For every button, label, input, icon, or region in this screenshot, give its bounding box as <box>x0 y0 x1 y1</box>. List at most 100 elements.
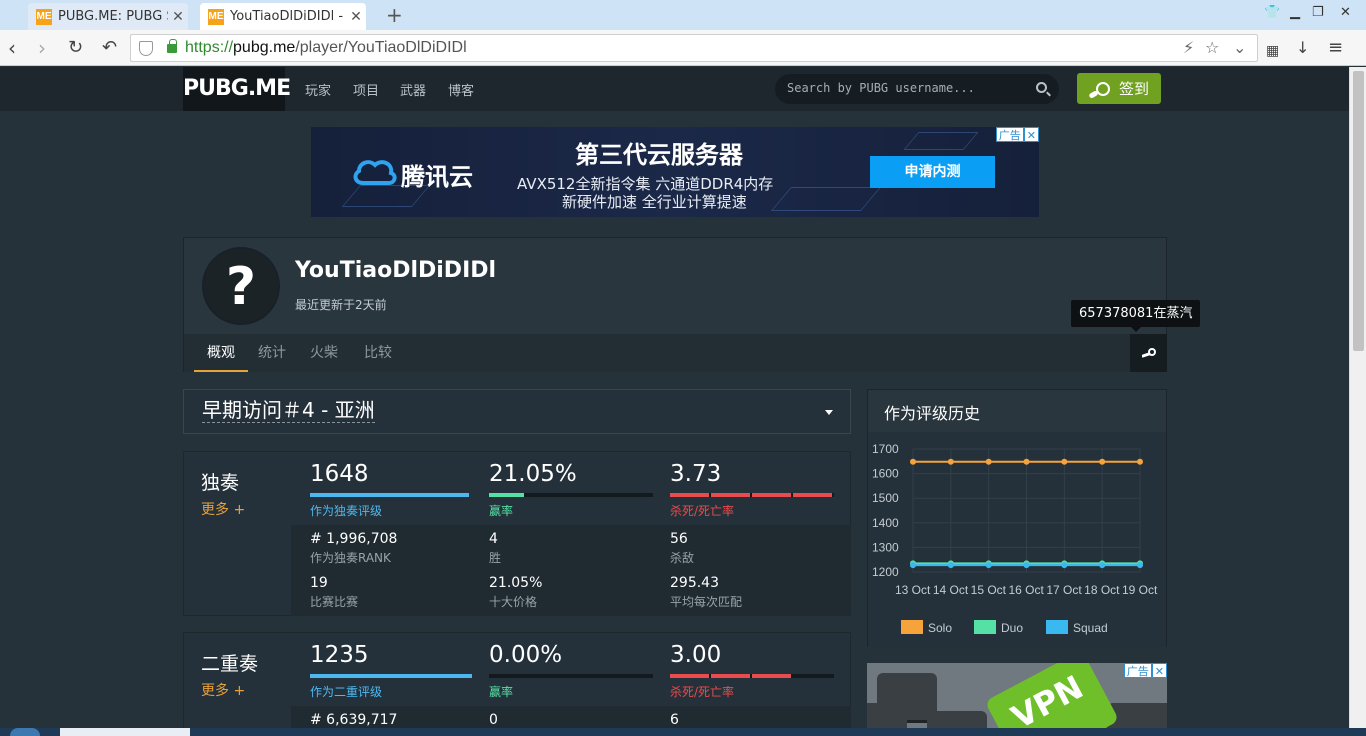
data-point-solo <box>1023 458 1030 465</box>
ad-label: 广告 <box>1123 663 1152 678</box>
ad-label: 广告 <box>995 127 1024 142</box>
reload-icon[interactable]: ↻ <box>68 35 83 61</box>
search-input[interactable] <box>787 81 1027 95</box>
tab-matches[interactable]: 火柴 <box>302 334 346 372</box>
top-ad-banner[interactable]: 腾讯云 第三代云服务器 AVX512全新指令集 六通道DDR4内存 新硬件加速 … <box>311 127 1039 217</box>
data-point-solo <box>910 458 916 465</box>
nav-items[interactable]: 项目 <box>353 80 379 99</box>
mode-name-solo: 独奏 <box>201 472 240 494</box>
legend-label-duo: Duo <box>1001 621 1023 635</box>
steam-icon <box>1141 348 1156 358</box>
vpn-key: VPN <box>984 663 1120 736</box>
x-tick-label: 19 Oct <box>1122 583 1158 597</box>
signin-label: 签到 <box>1118 80 1149 98</box>
taskbar-app[interactable] <box>60 728 190 736</box>
tab-close-icon[interactable]: ✕ <box>168 9 188 25</box>
start-button[interactable] <box>10 728 40 736</box>
lock-icon <box>167 39 177 53</box>
shield-icon[interactable] <box>139 41 153 56</box>
tab-close-icon[interactable]: ✕ <box>346 9 366 25</box>
duo-rating-label: 作为二重评级 <box>310 685 383 699</box>
solo-matches-value: 19 <box>310 575 328 591</box>
shirt-icon[interactable]: 👕 <box>1264 5 1280 20</box>
solo-top10-label: 十大价格 <box>489 595 538 609</box>
ad-decoration <box>770 187 882 211</box>
nav-players[interactable]: 玩家 <box>305 80 331 99</box>
x-tick-label: 13 Oct <box>895 583 931 597</box>
y-tick-label: 1500 <box>872 491 899 505</box>
x-tick-label: 18 Oct <box>1084 583 1120 597</box>
maximize-icon[interactable]: ❐ <box>1312 5 1324 20</box>
pubgme-favicon-icon: ME <box>36 8 52 25</box>
nav-weapons[interactable]: 武器 <box>400 80 426 99</box>
tab-overview[interactable]: 概观 <box>194 334 248 372</box>
duo-rating-value: 1235 <box>310 642 369 668</box>
scrollbar-thumb[interactable] <box>1353 71 1364 351</box>
steam-id-tooltip: 657378081在蒸汽 <box>1071 300 1201 332</box>
browser-navbar: ‹ › ↻ ↶ https://pubg.me/player/YouTiaoDl… <box>0 30 1366 66</box>
duo-kd-bar <box>670 674 834 678</box>
tab-stats[interactable]: 统计 <box>250 334 294 372</box>
solo-matches-label: 比赛比赛 <box>310 595 359 609</box>
player-search <box>775 74 1059 104</box>
ad-close-icon[interactable]: ✕ <box>1151 663 1167 678</box>
y-tick-label: 1400 <box>872 516 899 530</box>
more-link-solo[interactable]: 更多 + <box>201 499 245 519</box>
window-close-icon[interactable]: ✕ <box>1340 5 1351 20</box>
data-point-solo <box>1099 458 1106 465</box>
solo-rating-value: 1648 <box>310 461 369 487</box>
ad-cta-button[interactable]: 申请内测 <box>870 156 995 188</box>
site-header: PUBG.ME 玩家 项目 武器 博客 签到 <box>0 67 1349 111</box>
rating-history-chart: 1200 1300 1400 1500 1600 1700 13 Oct 14 Oct 15 O… <box>872 442 1158 635</box>
y-tick-label: 1200 <box>872 565 899 579</box>
site-logo[interactable]: PUBG.ME <box>183 67 291 111</box>
ad-decoration <box>903 132 979 150</box>
solo-kills-value: 56 <box>670 531 688 547</box>
browser-tab-pubg-search[interactable]: ME PUBG.ME: PUBG S ✕ <box>28 3 188 30</box>
page-scrollbar[interactable] <box>1349 67 1366 736</box>
minimize-icon[interactable]: ▁ <box>1290 5 1300 20</box>
tab-compare[interactable]: 比较 <box>356 334 400 372</box>
last-updated: 最近更新于2天前 <box>295 298 387 312</box>
data-point-solo <box>985 458 992 465</box>
side-ad[interactable]: VPN 广告 ✕ <box>867 663 1167 736</box>
steam-signin-button[interactable]: 签到 <box>1077 73 1161 104</box>
new-tab-button[interactable]: + <box>386 3 403 27</box>
solo-stats-block: 独奏 更多 + 1648 作为独奏评级 21.05% 赢率 3.73 杀死/死亡… <box>183 451 851 616</box>
solo-sub-stats: # 1,996,708 作为独奏RANK 4 胜 56 杀敌 19 比赛比赛 2… <box>291 525 851 616</box>
data-point-solo <box>1061 458 1068 465</box>
profile-card: ? YouTiaoDlDiDIDl 最近更新于2天前 概观 统计 火柴 比较 <box>183 237 1167 372</box>
nav-blog[interactable]: 博客 <box>448 80 474 99</box>
data-point-squad <box>1023 562 1030 569</box>
ad-close-icon[interactable]: ✕ <box>1023 127 1039 142</box>
solo-avgdmg-value: 295.43 <box>670 575 719 591</box>
back-icon[interactable]: ‹ <box>8 35 16 61</box>
solo-wins-value: 4 <box>489 531 498 547</box>
more-link-duo[interactable]: 更多 + <box>201 680 245 700</box>
duo-winrate-value: 0.00% <box>489 642 563 668</box>
search-icon[interactable] <box>1036 82 1047 93</box>
steam-profile-link[interactable] <box>1130 334 1167 372</box>
forward-icon[interactable]: › <box>38 35 46 61</box>
solo-kd-bar <box>670 493 834 497</box>
address-bar[interactable]: https://pubg.me/player/YouTiaoDlDiDIDl ⚡… <box>130 34 1258 62</box>
undo-icon[interactable]: ↶ <box>102 35 117 61</box>
lightning-icon[interactable]: ⚡ <box>1183 38 1194 57</box>
ad-brand: 腾讯云 <box>401 163 473 191</box>
kd-bar-segment <box>670 674 709 678</box>
download-icon[interactable]: ↓ <box>1296 35 1309 61</box>
data-point-solo <box>947 458 954 465</box>
url-text[interactable]: https://pubg.me/player/YouTiaoDlDiDIDl <box>185 39 467 57</box>
mode-name-duo: 二重奏 <box>201 653 259 675</box>
chevron-down-icon[interactable]: ⌄ <box>1233 38 1246 57</box>
menu-icon[interactable]: ≡ <box>1328 35 1343 61</box>
solo-winrate-bar <box>489 493 653 497</box>
star-icon[interactable]: ☆ <box>1205 38 1219 57</box>
browser-tabbar: ME PUBG.ME: PUBG S ✕ ME YouTiaoDlDiDIDl … <box>0 0 1366 30</box>
x-tick-label: 15 Oct <box>971 583 1007 597</box>
duo-stats-block: 二重奏 更多 + 1235 作为二重评级 0.00% 赢率 3.00 杀死/死亡… <box>183 632 851 736</box>
apps-grid-icon[interactable]: ▦ <box>1266 38 1279 64</box>
browser-tab-player[interactable]: ME YouTiaoDlDiDIDl - ✕ <box>200 3 366 30</box>
season-select[interactable]: 早期访问＃4 - 亚洲 <box>183 389 851 434</box>
solo-rating-bar <box>310 493 469 497</box>
